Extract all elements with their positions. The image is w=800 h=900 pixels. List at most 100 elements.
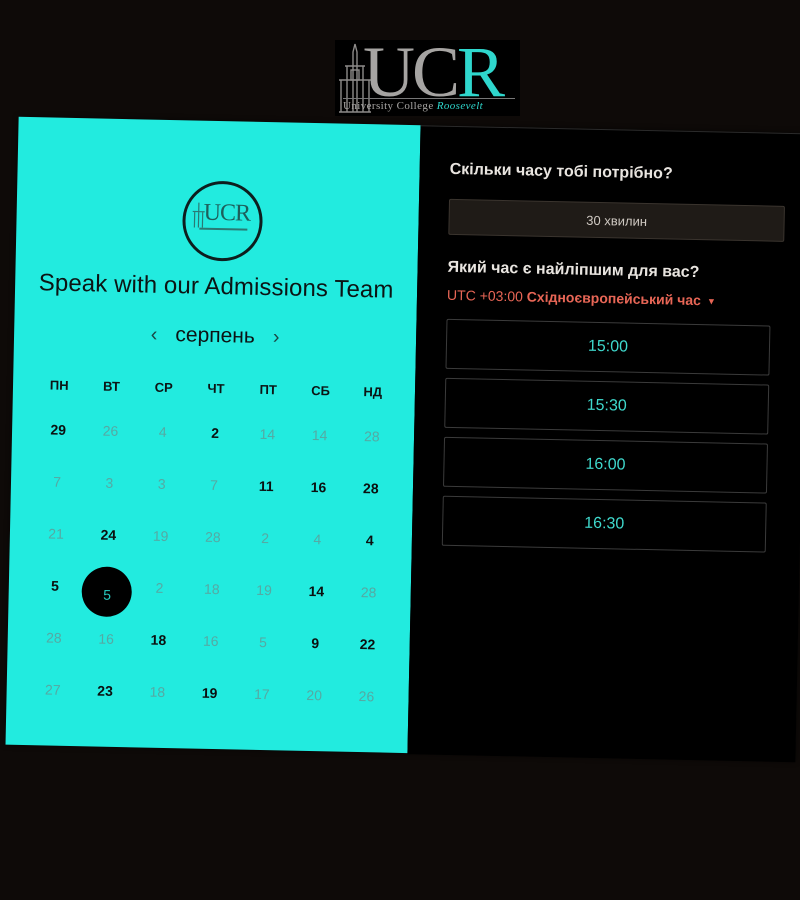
calendar-day: 16 <box>184 624 237 677</box>
time-slot-list: 15:00 15:30 16:00 16:30 <box>441 318 771 562</box>
caret-down-icon: ▼ <box>706 296 716 307</box>
calendar-day-number: 17 <box>253 685 270 703</box>
timezone-offset: UTC +03:00 <box>446 286 524 305</box>
calendar-day-number: 5 <box>258 633 268 651</box>
time-slot-button[interactable]: 16:00 <box>443 436 768 494</box>
calendar-day: 27 <box>26 673 79 726</box>
calendar-day-number: 4 <box>365 532 374 549</box>
calendar-day-number: 18 <box>149 683 166 700</box>
calendar-day[interactable]: 14 <box>289 575 342 628</box>
calendar-day: 7 <box>30 465 83 518</box>
calendar-day-number: 2 <box>261 529 270 547</box>
weekday-header: ВТ <box>102 378 121 394</box>
calendar-day-number: 19 <box>201 684 218 702</box>
calendar-day-selected[interactable]: 5 <box>80 570 133 623</box>
chevron-left-icon[interactable]: ‹ <box>146 323 161 346</box>
calendar-day: 26 <box>84 414 137 467</box>
calendar-day-number: 14 <box>311 427 328 444</box>
calendar-day-number: 28 <box>360 584 377 601</box>
calendar-day[interactable]: 24 <box>81 518 134 571</box>
calendar-day-number: 2 <box>155 579 164 596</box>
calendar-day-number: 5 <box>50 577 60 594</box>
calendar-day[interactable]: 29 <box>31 413 84 466</box>
calendar-day: 26 <box>340 680 393 733</box>
weekday-header: ЧТ <box>207 380 225 397</box>
calendar-day-number: 2 <box>211 424 220 442</box>
calendar-day[interactable]: 2 <box>188 416 241 469</box>
logo-divider <box>343 98 515 99</box>
calendar-day-number: 28 <box>204 528 221 546</box>
calendar-day[interactable]: 11 <box>239 470 292 523</box>
weekday-header: СБ <box>311 382 331 399</box>
calendar-day: 2 <box>133 571 186 624</box>
calendar-day-number: 3 <box>105 474 114 491</box>
calendar-day[interactable]: 22 <box>341 628 394 681</box>
calendar-day: 4 <box>291 523 344 576</box>
calendar-day-number: 5 <box>103 586 112 603</box>
timezone-selector[interactable]: UTC +03:00 Східноєвропейський час ▼ <box>447 287 716 309</box>
calendar-day: 14 <box>293 419 346 472</box>
circle-logo-letters: UCR <box>203 199 251 227</box>
calendar-day-number: 19 <box>152 527 169 545</box>
calendar-day-number: 29 <box>50 421 67 438</box>
calendar-day: 3 <box>135 467 188 520</box>
calendar-day[interactable]: 4 <box>343 524 396 577</box>
calendar-day: 4 <box>136 415 189 468</box>
time-slot-button[interactable]: 15:00 <box>445 318 771 376</box>
calendar-day: 28 <box>27 621 80 674</box>
calendar-day-number: 18 <box>203 580 220 598</box>
page-title: Speak with our Admissions Team <box>38 269 394 304</box>
chevron-right-icon[interactable]: › <box>269 326 284 349</box>
time-slot-button[interactable]: 16:30 <box>441 495 767 553</box>
calendar-day-number: 16 <box>98 630 115 647</box>
calendar-day[interactable]: 9 <box>288 627 341 680</box>
month-navigator: ‹ серпень › <box>14 317 417 355</box>
calendar-day[interactable]: 28 <box>344 472 397 525</box>
circle-logo: UCR <box>181 180 264 262</box>
calendar-day-number: 16 <box>202 632 219 650</box>
calendar-day: 2 <box>238 522 291 575</box>
calendar-day: 21 <box>29 517 82 570</box>
circle-logo-subtitle-line <box>199 227 248 231</box>
calendar-day[interactable]: 23 <box>78 674 131 727</box>
calendar-day-number: 28 <box>363 428 380 445</box>
calendar-day: 20 <box>287 679 340 732</box>
calendar-day: 28 <box>345 420 398 473</box>
calendar-day: 18 <box>130 675 183 728</box>
calendar-day-number: 7 <box>53 473 62 490</box>
weekday-header: ПН <box>49 377 69 393</box>
calendar-day: 3 <box>83 466 136 519</box>
calendar-day-number: 24 <box>100 526 117 543</box>
calendar-day-number: 16 <box>310 478 327 496</box>
calendar-day-number: 18 <box>150 631 167 648</box>
timezone-name: Східноєвропейський час <box>526 288 702 309</box>
calendar-day-number: 26 <box>102 422 119 439</box>
time-panel: Скільки часу тобі потрібно? 30 хвилин Як… <box>407 125 800 763</box>
weekday-header: НД <box>363 384 383 400</box>
calendar-day: 28 <box>342 576 395 629</box>
calendar-day-number: 4 <box>313 531 322 548</box>
calendar-day: 16 <box>79 622 132 675</box>
calendar-day-number: 21 <box>48 525 65 542</box>
calendar-day: 19 <box>134 519 187 572</box>
calendar-day[interactable]: 16 <box>292 471 345 524</box>
calendar-day-number: 26 <box>358 688 375 705</box>
calendar-day[interactable]: 5 <box>28 569 81 622</box>
booking-card: UCR Speak with our Admissions Team ‹ сер… <box>5 116 800 763</box>
month-label: серпень <box>175 323 256 348</box>
calendar-day-number: 23 <box>97 682 114 699</box>
calendar-day-number: 14 <box>259 425 276 443</box>
duration-question: Скільки часу тобі потрібно? <box>449 160 673 183</box>
calendar-day: 5 <box>236 625 289 678</box>
calendar-panel: UCR Speak with our Admissions Team ‹ сер… <box>5 116 421 754</box>
calendar-day-number: 4 <box>158 423 167 440</box>
calendar-day[interactable]: 18 <box>132 623 185 676</box>
calendar-day-number: 28 <box>45 629 62 646</box>
ucr-logo: UCR University College Roosevelt <box>335 40 520 116</box>
calendar-day[interactable]: 19 <box>183 676 236 729</box>
logo-subtitle: University College Roosevelt <box>343 100 484 112</box>
duration-select[interactable]: 30 хвилин <box>448 198 785 242</box>
calendar-day: 14 <box>240 418 293 471</box>
time-question: Який час є найліпшим для вас? <box>447 258 700 282</box>
time-slot-button[interactable]: 15:30 <box>444 377 770 435</box>
